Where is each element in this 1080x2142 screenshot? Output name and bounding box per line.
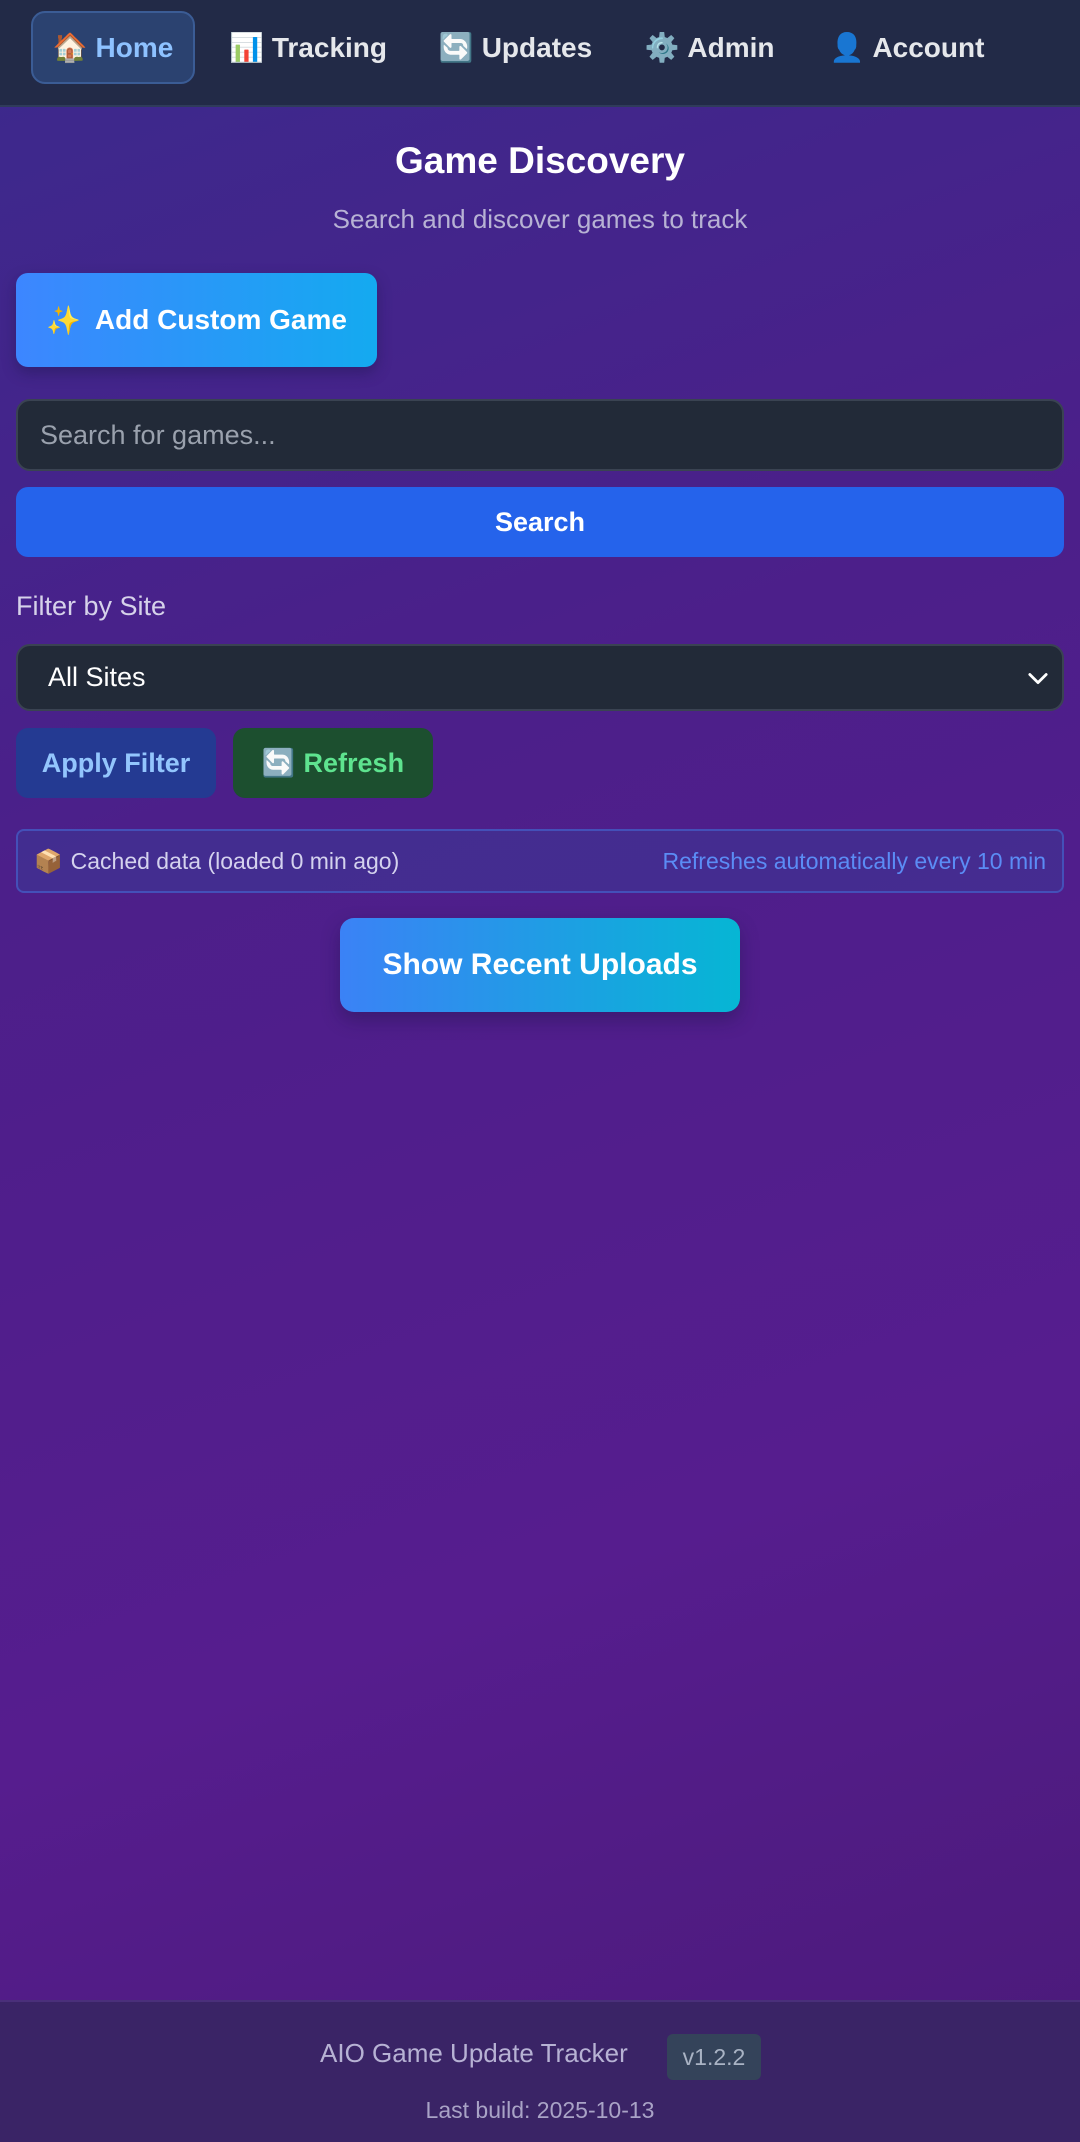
apply-filter-button[interactable]: Apply Filter <box>16 728 216 798</box>
nav-item-label: Home <box>95 31 174 63</box>
page-title: Game Discovery <box>394 140 685 181</box>
nav-item-tracking[interactable]: 📊 Tracking <box>221 11 395 84</box>
page-subtitle: Search and discover games to track <box>332 204 748 234</box>
chevron-down-icon <box>1028 673 1048 685</box>
nav-item-home[interactable]: 🏠 Home <box>31 11 195 84</box>
refresh-button[interactable]: 🔄 Refresh <box>233 728 433 798</box>
chart-icon: 📊 <box>228 32 264 63</box>
build-date: Last build: 2025-10-13 <box>425 2097 655 2123</box>
version-badge: v1.2.2 <box>667 2034 761 2080</box>
show-recent-uploads-button[interactable]: Show Recent Uploads <box>340 918 740 1012</box>
nav-item-account[interactable]: 👤 Account <box>823 11 991 84</box>
refresh-label: Refresh <box>303 747 405 778</box>
package-icon: 📦 <box>34 847 63 874</box>
search-input[interactable] <box>16 399 1064 471</box>
footer: AIO Game Update Tracker v1.2.2 Last buil… <box>0 2000 1080 2142</box>
home-icon: 🏠 <box>52 32 88 63</box>
gear-icon: ⚙️ <box>644 32 680 63</box>
site-filter-value: All Sites <box>48 662 146 692</box>
add-custom-game-button[interactable]: ✨ Add Custom Game <box>16 273 377 367</box>
search-button[interactable]: Search <box>16 487 1064 557</box>
sparkles-icon: ✨ <box>46 304 81 336</box>
cache-status: 📦 Cached data (loaded 0 min ago) <box>34 848 399 875</box>
top-nav: 🏠 Home 📊 Tracking 🔄 Updates ⚙️ Admin 👤 A… <box>0 0 1080 107</box>
cache-status-bar: 📦 Cached data (loaded 0 min ago) Refresh… <box>16 829 1064 893</box>
cache-status-text: Cached data (loaded 0 min ago) <box>70 847 400 874</box>
add-custom-game-label: Add Custom Game <box>94 304 347 335</box>
nav-item-label: Tracking <box>271 31 388 63</box>
cache-refresh-note: Refreshes automatically every 10 min <box>662 847 1047 874</box>
nav-item-label: Admin <box>687 31 775 63</box>
refresh-icon: 🔄 <box>438 32 474 63</box>
user-icon: 👤 <box>829 32 865 63</box>
filter-label: Filter by Site <box>16 591 167 621</box>
nav-item-label: Account <box>872 31 985 63</box>
site-filter-select[interactable]: All Sites <box>16 644 1064 711</box>
nav-item-label: Updates <box>481 31 593 63</box>
nav-item-admin[interactable]: ⚙️ Admin <box>637 11 782 84</box>
refresh-icon: 🔄 <box>261 748 296 778</box>
footer-app-name: AIO Game Update Tracker <box>320 2038 628 2068</box>
nav-item-updates[interactable]: 🔄 Updates <box>433 11 598 84</box>
